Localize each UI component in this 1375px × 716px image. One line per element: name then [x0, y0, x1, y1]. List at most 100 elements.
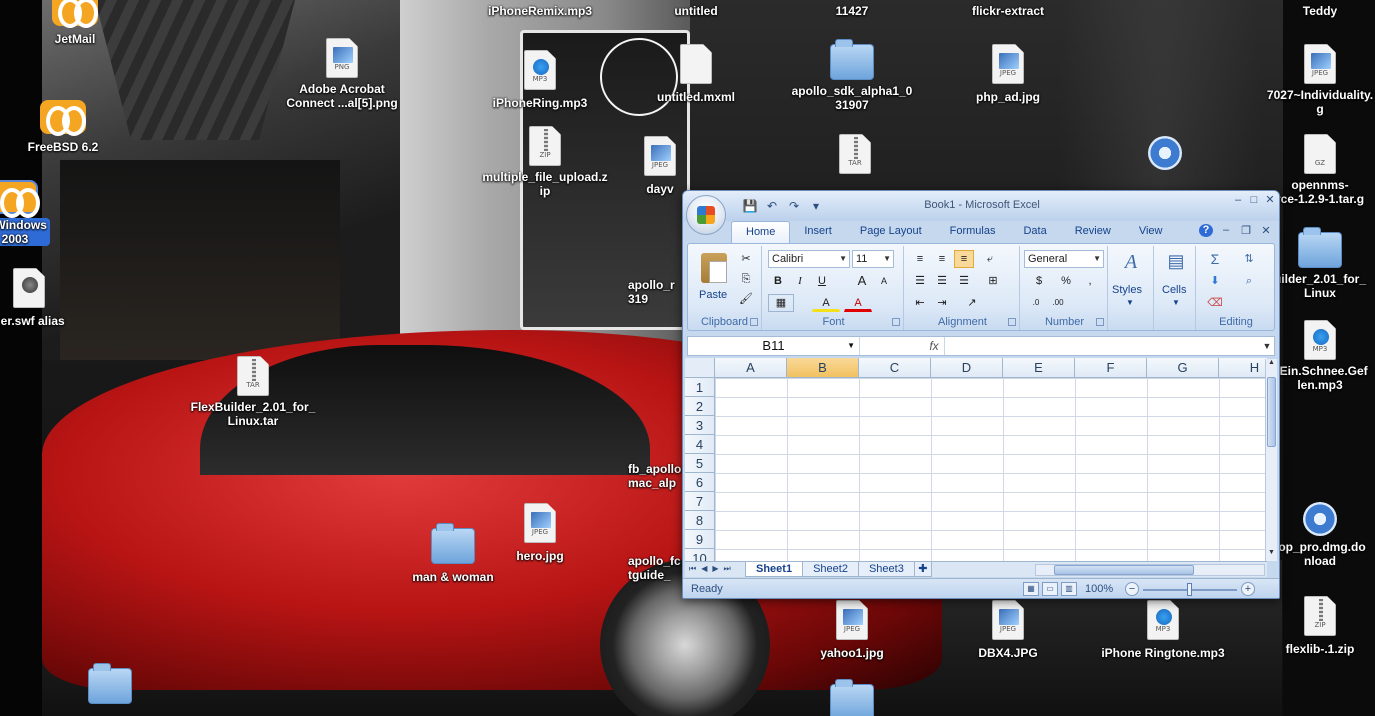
page-layout-view-icon[interactable]: ▭ [1042, 582, 1058, 596]
comma-button[interactable]: , [1080, 272, 1100, 290]
zoom-slider-thumb[interactable] [1187, 583, 1192, 596]
desktop-icon-multiple-file-upload[interactable]: ZIP multiple_file_upload.z ip [480, 126, 610, 200]
horizontal-scrollbar[interactable] [1035, 564, 1265, 576]
tab-data[interactable]: Data [1009, 221, 1060, 243]
tab-page-layout[interactable]: Page Layout [846, 221, 936, 243]
excel-titlebar[interactable]: 💾 ↶ ↷ ▾ Book1 - Microsoft Excel – □ ✕ [683, 191, 1279, 221]
desktop-icon-acrobat-png[interactable]: PNG Adobe Acrobat Connect ...al[5].png [277, 38, 407, 112]
clipboard-launcher-icon[interactable] [750, 318, 758, 326]
desktop-icon-apollo-r[interactable]: apollo_r 319 [628, 278, 688, 308]
group-cells[interactable]: ▤ Cells ▼ [1156, 246, 1196, 330]
desktop-icon-folder-bottom-left[interactable] [45, 663, 175, 708]
desktop-icon-flickr-extract[interactable]: flickr-extract [943, 2, 1073, 20]
minimize-button[interactable]: – [1231, 193, 1245, 207]
insert-sheet-icon[interactable]: ✚ [913, 562, 932, 577]
row-header[interactable]: 1 [685, 378, 715, 397]
format-painter-icon[interactable]: 🖌 [736, 290, 756, 308]
row-header[interactable]: 7 [685, 492, 715, 511]
cell-area[interactable] [715, 378, 1267, 561]
row-header[interactable]: 9 [685, 530, 715, 549]
workbook-restore-button[interactable]: ❐ [1239, 224, 1253, 237]
tab-insert[interactable]: Insert [790, 221, 846, 243]
vertical-scroll-thumb[interactable] [1267, 377, 1276, 447]
prev-sheet-icon[interactable]: ◀ [701, 564, 707, 574]
zoom-in-button[interactable]: + [1241, 582, 1255, 596]
number-launcher-icon[interactable] [1096, 318, 1104, 326]
underline-button[interactable]: U [812, 272, 832, 290]
align-left-icon[interactable]: ☰ [910, 272, 930, 290]
align-center-icon[interactable]: ☰ [932, 272, 952, 290]
worksheet-grid[interactable]: A B C D E F G H 1 2 3 4 5 6 7 8 9 10 [685, 358, 1267, 561]
desktop-icon-individuality[interactable]: JPEG 7027~Individuality. g [1255, 44, 1375, 118]
bold-button[interactable]: B [768, 272, 788, 290]
row-header[interactable]: 5 [685, 454, 715, 473]
column-header-e[interactable]: E [1003, 358, 1075, 378]
desktop-icon-teddy[interactable]: Teddy [1255, 2, 1375, 20]
desktop-icon-man-woman[interactable]: man & woman [388, 523, 518, 586]
column-header-d[interactable]: D [931, 358, 1003, 378]
align-bottom-icon[interactable]: ≡ [954, 250, 974, 268]
help-icon[interactable]: ? [1199, 224, 1213, 237]
font-color-button[interactable]: A [844, 294, 872, 312]
tab-formulas[interactable]: Formulas [936, 221, 1010, 243]
fill-color-button[interactable]: A [812, 294, 840, 312]
currency-button[interactable]: $ [1026, 272, 1052, 290]
desktop-icon-folder-bottom[interactable] [787, 679, 917, 716]
scroll-up-icon[interactable]: ▲ [1266, 359, 1277, 371]
column-header-h[interactable]: H [1219, 358, 1267, 378]
desktop-icon-flexbuilder-tar[interactable]: TAR FlexBuilder_2.01_for_ Linux.tar [188, 356, 318, 430]
copy-icon[interactable]: ⎘ [736, 270, 756, 288]
column-header-a[interactable]: A [715, 358, 787, 378]
desktop-icon-tar-archive[interactable]: TAR [790, 134, 920, 178]
group-styles[interactable]: A Styles ▼ [1110, 246, 1154, 330]
desktop-icon-iphonering[interactable]: MP3 iPhoneRing.mp3 [475, 50, 605, 112]
desktop-icon-windows-2003[interactable]: ft Windows 2003 [0, 180, 80, 248]
autosum-button[interactable]: Σ [1202, 250, 1228, 268]
row-header[interactable]: 10 [685, 549, 715, 561]
number-format-select[interactable]: General ▼ [1024, 250, 1104, 268]
column-header-g[interactable]: G [1147, 358, 1219, 378]
paste-button[interactable]: Paste [690, 248, 738, 308]
row-header[interactable]: 8 [685, 511, 715, 530]
orientation-icon[interactable]: ↗ [958, 294, 986, 312]
fill-down-icon[interactable]: ⬇ [1202, 272, 1228, 290]
tab-home[interactable]: Home [731, 221, 791, 243]
last-sheet-icon[interactable]: ⏭ [724, 564, 731, 574]
desktop-icon-flexlib[interactable]: ZIP flexlib-.1.zip [1255, 596, 1375, 658]
sheet-tab-sheet3[interactable]: Sheet3 [857, 562, 915, 577]
find-select-icon[interactable]: ⌕ [1236, 272, 1262, 290]
desktop-icon-php-ad[interactable]: JPEG php_ad.jpg [943, 44, 1073, 106]
scroll-down-icon[interactable]: ▼ [1266, 549, 1277, 561]
workbook-minimize-button[interactable]: – [1219, 224, 1233, 237]
desktop-icon-dbx4[interactable]: JPEG DBX4.JPG [943, 600, 1073, 662]
desktop-icon-untitled-mxml[interactable]: untitled.mxml [631, 44, 761, 106]
cut-icon[interactable]: ✂ [736, 250, 756, 268]
decrease-indent-icon[interactable]: ⇤ [910, 294, 930, 312]
close-button[interactable]: ✕ [1263, 193, 1277, 207]
decrease-decimal-button[interactable]: .00 [1048, 294, 1068, 312]
tab-view[interactable]: View [1125, 221, 1177, 243]
merge-center-icon[interactable]: ⊞ [980, 272, 1006, 290]
align-right-icon[interactable]: ☰ [954, 272, 974, 290]
column-header-b[interactable]: B [787, 358, 859, 378]
wrap-text-icon[interactable]: ⤶ [980, 250, 1000, 268]
desktop-icon-apollo-fc[interactable]: apollo_fc tguide_ [628, 554, 688, 584]
desktop-icon-dayv[interactable]: JPEG dayv [620, 136, 700, 198]
percent-button[interactable]: % [1056, 272, 1076, 290]
font-size-select[interactable]: 11 ▼ [852, 250, 894, 268]
sheet-tab-sheet2[interactable]: Sheet2 [802, 562, 859, 577]
desktop-icon-iphone-ringtone[interactable]: MP3 iPhone Ringtone.mp3 [1098, 600, 1228, 662]
align-top-icon[interactable]: ≡ [910, 250, 930, 268]
row-header[interactable]: 2 [685, 397, 715, 416]
expand-formula-bar-icon[interactable]: ▼ [1260, 337, 1274, 355]
italic-button[interactable]: I [790, 272, 810, 290]
increase-decimal-button[interactable]: .0 [1026, 294, 1046, 312]
desktop-icon-disc-image[interactable] [1100, 136, 1230, 174]
select-all-corner[interactable] [685, 358, 715, 378]
align-middle-icon[interactable]: ≡ [932, 250, 952, 268]
zoom-out-button[interactable]: − [1125, 582, 1139, 596]
insert-function-icon[interactable]: fx [924, 337, 944, 355]
office-button[interactable] [686, 195, 726, 235]
font-name-select[interactable]: Calibri ▼ [768, 250, 850, 268]
sheet-tab-sheet1[interactable]: Sheet1 [745, 562, 804, 577]
